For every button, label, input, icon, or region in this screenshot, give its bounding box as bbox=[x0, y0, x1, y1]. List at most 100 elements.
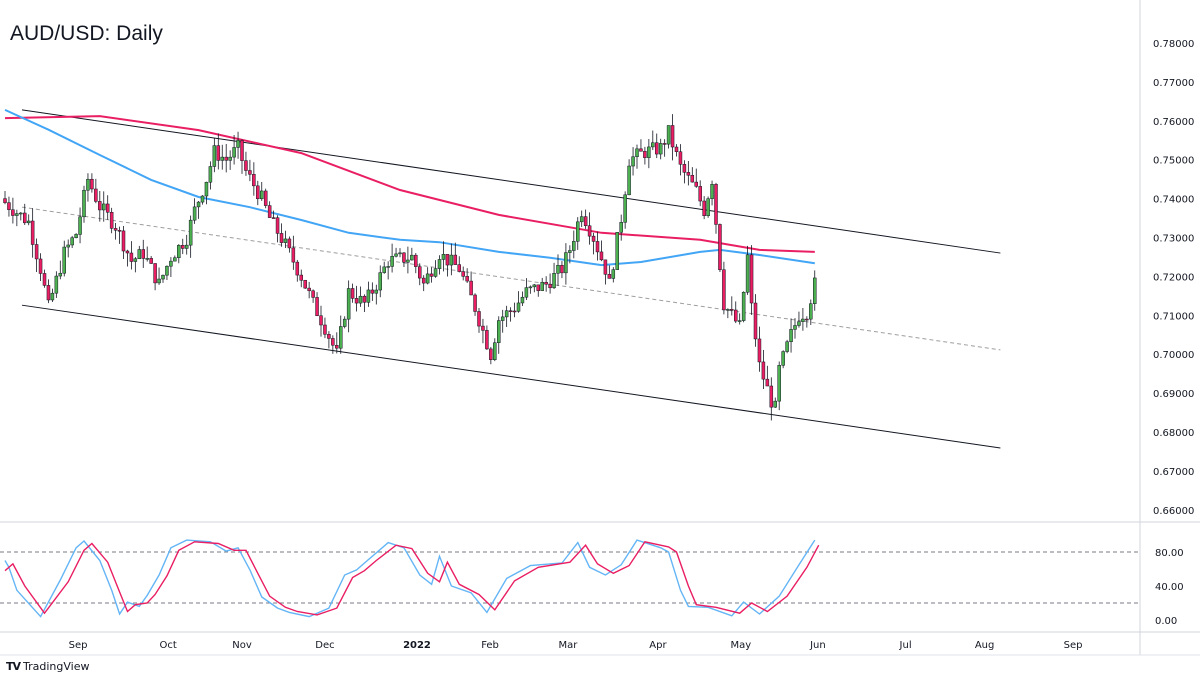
candles bbox=[3, 114, 817, 421]
candle-down bbox=[153, 263, 157, 284]
time-tick-label: Oct bbox=[159, 640, 176, 651]
candle-up bbox=[579, 216, 584, 223]
candle-up bbox=[619, 222, 623, 233]
chart-canvas[interactable]: 0.78000 0.77000 0.76000 0.75000 0.74000 0.730… bbox=[0, 0, 1200, 675]
candle-up bbox=[228, 156, 232, 161]
price-tick-label: 0.66000 bbox=[1153, 506, 1194, 517]
candle-down bbox=[643, 151, 647, 158]
candle-up bbox=[196, 201, 201, 208]
candle-up bbox=[449, 254, 454, 266]
candle-up bbox=[651, 142, 655, 148]
candle-up bbox=[500, 316, 505, 321]
candle-up bbox=[208, 166, 213, 183]
candle-up bbox=[386, 266, 390, 268]
candle-down bbox=[418, 266, 422, 279]
candle-up bbox=[520, 296, 525, 304]
price-tick-label: 0.77000 bbox=[1153, 78, 1194, 89]
candle-down bbox=[548, 283, 552, 289]
time-tick-label: Jul bbox=[899, 640, 912, 651]
candle-up bbox=[556, 265, 560, 274]
candle-up bbox=[524, 287, 529, 298]
candle-down bbox=[481, 325, 485, 331]
candle-up bbox=[78, 216, 82, 235]
candle-up bbox=[19, 212, 23, 215]
candle-down bbox=[307, 287, 311, 292]
candle-up bbox=[339, 326, 343, 349]
grid bbox=[0, 0, 1200, 656]
candle-up bbox=[745, 254, 750, 293]
candle-down bbox=[240, 140, 244, 161]
price-tick-label: 0.74000 bbox=[1153, 195, 1194, 206]
candle-up bbox=[86, 178, 90, 191]
candle-up bbox=[212, 145, 217, 167]
price-tick-label: 0.69000 bbox=[1153, 389, 1194, 400]
candle-up bbox=[552, 273, 556, 289]
candle-up bbox=[623, 194, 627, 223]
candle-down bbox=[678, 151, 683, 165]
candle-up bbox=[232, 147, 236, 158]
candle-down bbox=[181, 245, 185, 249]
candle-up bbox=[647, 146, 651, 158]
candle-down bbox=[113, 228, 118, 231]
candle-down bbox=[279, 233, 284, 243]
candle-up bbox=[145, 258, 149, 260]
candle-up bbox=[801, 318, 805, 322]
candle-up bbox=[346, 288, 351, 320]
time-tick-label: Dec bbox=[315, 640, 334, 651]
chart-title: AUD/USD: Daily bbox=[10, 22, 163, 45]
candle-up bbox=[631, 156, 635, 167]
candle-up bbox=[540, 281, 544, 291]
candle-up bbox=[342, 318, 347, 327]
stochastic-pane bbox=[0, 539, 1140, 618]
candle-down bbox=[23, 212, 27, 224]
candle-up bbox=[437, 259, 442, 269]
price-tick-label: 0.71000 bbox=[1153, 311, 1194, 322]
candle-down bbox=[362, 295, 367, 303]
candle-down bbox=[3, 198, 7, 203]
candle-down bbox=[34, 244, 39, 260]
candle-up bbox=[15, 213, 19, 216]
candle-down bbox=[244, 160, 248, 171]
candle-up bbox=[137, 249, 142, 259]
candle-up bbox=[177, 245, 181, 258]
candle-down bbox=[271, 217, 276, 219]
candle-down bbox=[508, 310, 513, 312]
candle-down bbox=[117, 230, 122, 232]
candle-up bbox=[204, 181, 209, 197]
price-tick-label: 0.76000 bbox=[1153, 117, 1194, 128]
candle-down bbox=[256, 185, 260, 200]
candle-up bbox=[797, 321, 801, 326]
candle-down bbox=[263, 190, 268, 206]
candle-down bbox=[149, 258, 153, 264]
candle-down bbox=[769, 385, 774, 408]
candle-down bbox=[686, 172, 691, 176]
candle-down bbox=[587, 225, 592, 237]
candle-down bbox=[141, 249, 145, 259]
candle-down bbox=[7, 202, 11, 210]
candle-up bbox=[781, 351, 785, 366]
stoch-tick-label: 0.00 bbox=[1155, 616, 1177, 627]
candle-up bbox=[382, 266, 386, 273]
candle-down bbox=[429, 273, 434, 277]
candle-down bbox=[583, 216, 588, 226]
candle-down bbox=[105, 203, 110, 213]
candle-down bbox=[591, 235, 596, 242]
candle-up bbox=[220, 156, 224, 161]
candle-up bbox=[572, 241, 576, 251]
candle-up bbox=[192, 206, 197, 221]
candle-down bbox=[805, 318, 809, 321]
candle-up bbox=[410, 254, 414, 261]
candle-down bbox=[536, 284, 540, 291]
candle-down bbox=[757, 338, 762, 363]
candle-down bbox=[674, 146, 679, 153]
candle-down bbox=[734, 309, 738, 322]
time-tick-label: Aug bbox=[975, 640, 995, 651]
candle-up bbox=[741, 291, 746, 321]
candle-down bbox=[350, 288, 355, 299]
candle-up bbox=[283, 238, 288, 243]
candle-up bbox=[358, 295, 363, 304]
candle-up bbox=[611, 269, 616, 279]
candle-down bbox=[319, 315, 323, 326]
candle-down bbox=[11, 209, 15, 216]
moving-averages bbox=[4, 108, 815, 267]
